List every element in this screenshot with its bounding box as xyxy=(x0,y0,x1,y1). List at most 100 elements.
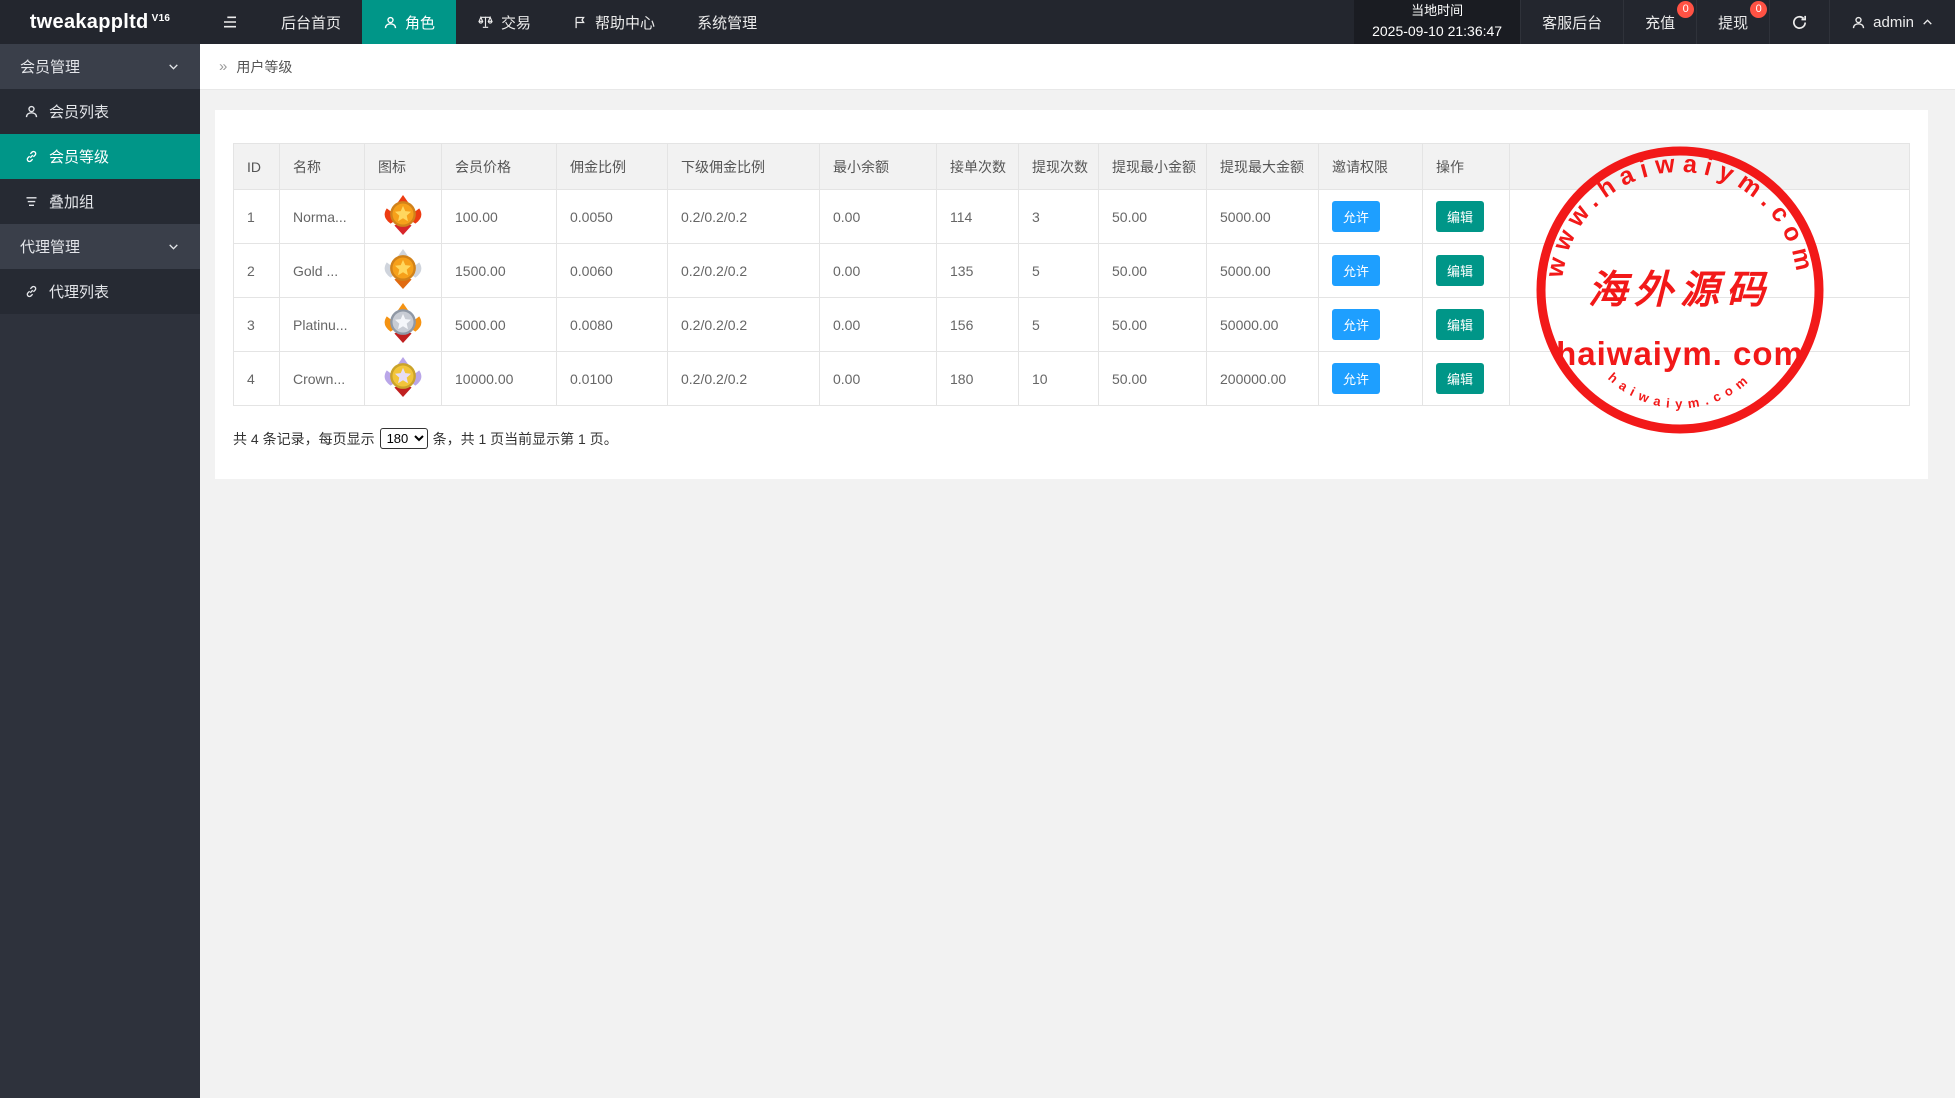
sidebar-group-label: 代理管理 xyxy=(20,239,81,256)
link-icon xyxy=(24,284,39,299)
allow-button[interactable]: 允许 xyxy=(1332,201,1381,232)
cell-sub-commission: 0.2/0.2/0.2 xyxy=(667,189,820,244)
allow-button[interactable]: 允许 xyxy=(1332,255,1381,286)
allow-button[interactable]: 允许 xyxy=(1332,309,1381,340)
nav-item-recharge[interactable]: 充值 0 xyxy=(1623,0,1696,44)
main-content: » 用户等级 ID 名称 图标 会员价格 佣金比例 下级佣金比例 最小余额 接单次数 提现次数提… xyxy=(200,44,1955,1098)
cell-withdraw-min: 50.00 xyxy=(1098,189,1207,244)
nav-item-support[interactable]: 客服后台 xyxy=(1520,0,1623,44)
notification-badge: 0 xyxy=(1677,1,1695,18)
cell-name: Norma... xyxy=(279,189,365,244)
cell-commission: 0.0080 xyxy=(556,297,668,352)
layers-icon xyxy=(24,194,39,209)
cell-commission: 0.0050 xyxy=(556,189,668,244)
sidebar-item-label: 叠加组 xyxy=(49,194,95,211)
nav-item-roles[interactable]: 角色 xyxy=(362,0,457,44)
chevron-up-icon xyxy=(1921,16,1934,29)
cell-withdraw-min: 50.00 xyxy=(1098,351,1207,406)
cell-min-balance: 0.00 xyxy=(819,297,937,352)
cell-withdraw-times: 10 xyxy=(1018,351,1099,406)
cell-min-balance: 0.00 xyxy=(819,189,937,244)
sidebar-item-member-level[interactable]: 会员等级 xyxy=(0,134,200,179)
user-level-table: ID 名称 图标 会员价格 佣金比例 下级佣金比例 最小余额 接单次数 提现次数 提现最小金额 提现… xyxy=(233,143,1910,406)
sidebar-group-label: 会员管理 xyxy=(20,59,81,76)
cell-name: Platinu... xyxy=(279,297,365,352)
app-logo-version: V16 xyxy=(151,12,171,24)
medal-platinum-icon xyxy=(384,302,422,344)
edit-button[interactable]: 编辑 xyxy=(1436,309,1485,340)
sidebar-item-stack-group[interactable]: 叠加组 xyxy=(0,179,200,224)
cell-withdraw-min: 50.00 xyxy=(1098,243,1207,298)
cell-name: Crown... xyxy=(279,351,365,406)
cell-orders: 114 xyxy=(936,189,1019,244)
breadcrumb: » 用户等级 xyxy=(200,44,1955,90)
app-logo: tweakappltd V16 xyxy=(0,0,200,44)
nav-item-label: 交易 xyxy=(501,14,532,32)
table-card: ID 名称 图标 会员价格 佣金比例 下级佣金比例 最小余额 接单次数 提现次数 提现最小金额 提现… xyxy=(215,110,1928,479)
user-menu[interactable]: admin xyxy=(1829,0,1955,44)
edit-button[interactable]: 编辑 xyxy=(1436,201,1485,232)
cell-min-balance: 0.00 xyxy=(819,351,937,406)
column-header: 名称 xyxy=(279,143,365,190)
nav-item-help[interactable]: 帮助中心 xyxy=(552,0,676,44)
column-header: 图标 xyxy=(364,143,442,190)
cell-icon xyxy=(364,297,442,352)
cell-icon xyxy=(364,189,442,244)
cell-action: 编辑 xyxy=(1422,351,1510,406)
cell-sub-commission: 0.2/0.2/0.2 xyxy=(667,243,820,298)
cell-commission: 0.0100 xyxy=(556,351,668,406)
user-name: admin xyxy=(1873,13,1914,31)
navbar-right: 当地时间 2025-09-10 21:36:47 客服后台 充值 0 提现 0 admi… xyxy=(1354,0,1955,44)
cell-id: 1 xyxy=(233,189,280,244)
medal-gold-icon xyxy=(384,248,422,290)
sidebar-item-label: 会员等级 xyxy=(49,149,110,166)
cell-price: 5000.00 xyxy=(441,297,557,352)
cell-orders: 156 xyxy=(936,297,1019,352)
edit-button[interactable]: 编辑 xyxy=(1436,363,1485,394)
nav-item-label: 客服后台 xyxy=(1542,14,1603,32)
double-chevron-icon: » xyxy=(219,58,228,75)
sidebar-group-agent-mgmt[interactable]: 代理管理 xyxy=(0,224,200,269)
refresh-button[interactable] xyxy=(1769,0,1829,44)
cell-withdraw-times: 5 xyxy=(1018,243,1099,298)
column-header: ID xyxy=(233,143,280,190)
page-title: 用户等级 xyxy=(236,58,293,75)
table-row: 1 Norma... 100.00 0.0050 0.2/0.2/0.2 0.00 114 3… xyxy=(233,189,1910,244)
sidebar-toggle-button[interactable] xyxy=(200,0,260,44)
cell-orders: 135 xyxy=(936,243,1019,298)
page-size-select[interactable]: 180 xyxy=(379,428,428,449)
pagination-prefix: 共 4 条记录，每页显示 xyxy=(233,430,375,447)
allow-button[interactable]: 允许 xyxy=(1332,363,1381,394)
column-header: 邀请权限 xyxy=(1318,143,1423,190)
nav-item-withdraw[interactable]: 提现 0 xyxy=(1696,0,1769,44)
cell-icon xyxy=(364,351,442,406)
nav-item-label: 后台首页 xyxy=(281,14,342,32)
cell-price: 10000.00 xyxy=(441,351,557,406)
sidebar-group-member-mgmt[interactable]: 会员管理 xyxy=(0,44,200,89)
pagination-suffix: 条，共 1 页当前显示第 1 页。 xyxy=(432,430,618,447)
cell-withdraw-max: 5000.00 xyxy=(1206,189,1319,244)
cell-action: 编辑 xyxy=(1422,297,1510,352)
nav-item-home[interactable]: 后台首页 xyxy=(260,0,362,44)
table-row: 4 Crown... 10000.00 0.0100 0.2/0.2/0.2 0.00 18… xyxy=(233,351,1910,406)
nav-item-trade[interactable]: 交易 xyxy=(456,0,552,44)
cell-empty xyxy=(1509,351,1910,406)
edit-button[interactable]: 编辑 xyxy=(1436,255,1485,286)
cell-withdraw-max: 5000.00 xyxy=(1206,243,1319,298)
sidebar-item-member-list[interactable]: 会员列表 xyxy=(0,89,200,134)
cell-min-balance: 0.00 xyxy=(819,243,937,298)
pagination-bar: 共 4 条记录，每页显示 180 条，共 1 页当前显示第 1 页。 xyxy=(233,428,1910,449)
column-header: 提现最大金额 xyxy=(1206,143,1319,190)
nav-item-system[interactable]: 系统管理 xyxy=(676,0,778,44)
cell-icon xyxy=(364,243,442,298)
cell-action: 编辑 xyxy=(1422,189,1510,244)
cell-price: 1500.00 xyxy=(441,243,557,298)
nav-item-label: 充值 xyxy=(1645,14,1676,32)
cell-withdraw-times: 5 xyxy=(1018,297,1099,352)
column-header-empty xyxy=(1509,143,1910,190)
user-icon xyxy=(24,104,39,119)
sidebar-item-agent-list[interactable]: 代理列表 xyxy=(0,269,200,314)
cell-id: 2 xyxy=(233,243,280,298)
local-time: 当地时间 2025-09-10 21:36:47 xyxy=(1354,0,1521,44)
cell-invite: 允许 xyxy=(1318,243,1423,298)
